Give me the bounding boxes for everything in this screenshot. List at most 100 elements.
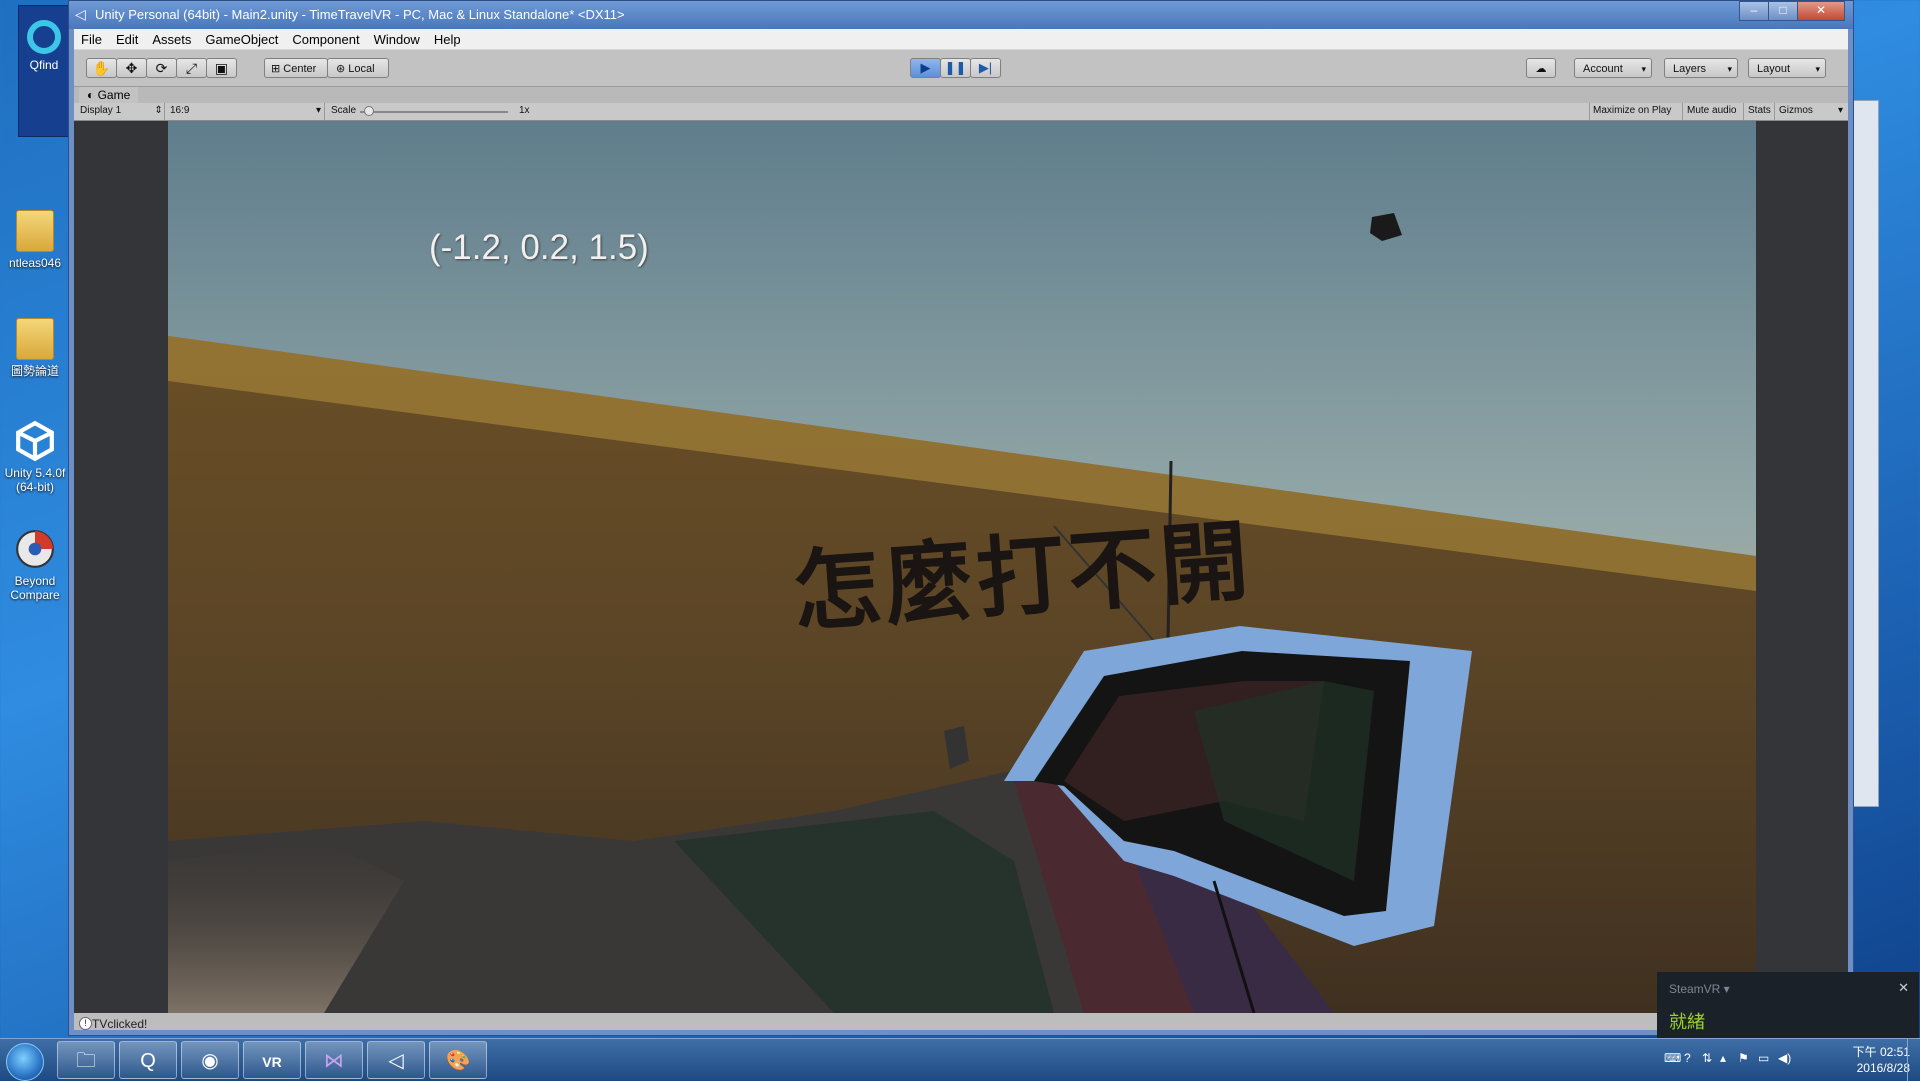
- system-tray: ⌨ ? ⇅ ▴ ⚑ ▭ ◀) 下午 02:51 2016/8/28: [1660, 1039, 1920, 1081]
- separator: [164, 103, 165, 120]
- desktop-icon-ntleas[interactable]: ntleas046: [2, 210, 68, 270]
- pivot-center-toggle[interactable]: ⊞ Center: [264, 58, 328, 78]
- mute-audio-toggle[interactable]: Mute audio: [1687, 105, 1736, 116]
- tab-game[interactable]: ◐ Game: [79, 87, 139, 103]
- cloud-button[interactable]: ☁: [1526, 58, 1556, 78]
- scale-label: Scale: [331, 105, 357, 116]
- unity-editor-window: ◁ Unity Personal (64bit) - Main2.unity -…: [68, 0, 1854, 1036]
- pivot-icon: ⊞: [271, 63, 284, 75]
- aspect-dropdown-arrow[interactable]: ▾: [316, 105, 321, 116]
- display-dropdown[interactable]: Display 1 ⇕: [80, 105, 163, 116]
- aspect-label: 16:9: [170, 105, 190, 116]
- desktop-icon-unity[interactable]: Unity 5.4.0f (64-bit): [2, 420, 68, 494]
- rotate-tool-icon: ⟳: [155, 60, 168, 76]
- keyboard-icon[interactable]: ⌨: [1664, 1051, 1681, 1065]
- qfind-icon: Q: [140, 1050, 156, 1072]
- game-view-toolbar: Display 1 ⇕ 16:9 ▾ Scale 1x Maximize on …: [74, 103, 1848, 121]
- desktop-icon-qfind[interactable]: Qfind: [18, 5, 70, 137]
- cloud-icon: ☁: [1535, 63, 1547, 75]
- qfind-icon: [27, 20, 61, 54]
- clock-time: 下午 02:51: [1852, 1045, 1910, 1059]
- separator: [1682, 103, 1683, 120]
- show-hidden-icon[interactable]: ▴: [1720, 1051, 1726, 1065]
- rect-tool-button[interactable]: ▣: [206, 58, 237, 78]
- pause-button[interactable]: ❚❚: [940, 58, 971, 78]
- taskbar-paint[interactable]: 🎨: [429, 1041, 487, 1079]
- gizmos-dropdown[interactable]: Gizmos: [1779, 105, 1813, 116]
- taskbar-explorer[interactable]: 🗀: [57, 1041, 115, 1079]
- menu-assets[interactable]: Assets: [145, 29, 198, 49]
- desktop-icon-label: ntleas046: [8, 256, 62, 270]
- beyond-compare-icon: [16, 530, 54, 568]
- steamvr-close-button[interactable]: ✕: [1898, 980, 1909, 996]
- taskbar-vr[interactable]: VR: [243, 1041, 301, 1079]
- status-bar[interactable]: ! TVclicked!: [74, 1013, 1848, 1031]
- space-local-toggle[interactable]: ⊛ Local: [327, 58, 389, 78]
- desktop-icon-beyond-compare[interactable]: Beyond Compare: [2, 528, 68, 602]
- minimize-button[interactable]: –: [1739, 1, 1769, 21]
- scale-slider-handle[interactable]: [364, 106, 374, 116]
- desktop-icon-label: 圖勢論道: [10, 364, 59, 378]
- steamvr-title[interactable]: SteamVR ▾: [1669, 982, 1730, 996]
- desktop-icon-label: Qfind: [29, 58, 59, 72]
- move-tool-button[interactable]: ✥: [116, 58, 147, 78]
- rotate-tool-button[interactable]: ⟳: [146, 58, 177, 78]
- layout-dropdown[interactable]: Layout: [1748, 58, 1826, 79]
- taskbar-visual-studio[interactable]: ⋈: [305, 1041, 363, 1079]
- step-button[interactable]: ▶|: [970, 58, 1001, 78]
- menu-file[interactable]: File: [74, 29, 109, 49]
- window-titlebar[interactable]: ◁ Unity Personal (64bit) - Main2.unity -…: [69, 1, 1853, 29]
- stats-toggle[interactable]: Stats: [1748, 105, 1771, 116]
- maximize-on-play-toggle[interactable]: Maximize on Play: [1593, 105, 1671, 116]
- help-icon[interactable]: ?: [1684, 1051, 1691, 1065]
- hand-tool-icon: ✋: [92, 60, 111, 76]
- menu-window[interactable]: Window: [367, 29, 427, 49]
- clock[interactable]: 下午 02:51 2016/8/28: [1853, 1044, 1910, 1076]
- volume-icon[interactable]: ◀): [1778, 1051, 1791, 1065]
- game-view[interactable]: (-1.2, 0.2, 1.5) 怎麼打不開: [74, 121, 1848, 1013]
- scale-tool-button[interactable]: ⤢: [176, 58, 207, 78]
- usb-icon[interactable]: ⇅: [1702, 1051, 1712, 1065]
- visual-studio-icon: ⋈: [324, 1050, 344, 1072]
- network-icon[interactable]: ▭: [1758, 1051, 1769, 1065]
- chrome-icon: ◉: [201, 1050, 219, 1072]
- scale-slider-track[interactable]: [360, 111, 508, 113]
- account-dropdown[interactable]: Account: [1574, 58, 1652, 79]
- taskbar-chrome[interactable]: ◉: [181, 1041, 239, 1079]
- folder-icon: [16, 318, 54, 360]
- scale-value: 1x: [519, 105, 530, 116]
- scale-tool-icon: ⤢: [185, 60, 198, 76]
- taskbar-unity[interactable]: ◁: [367, 1041, 425, 1079]
- menu-gameobject[interactable]: GameObject: [198, 29, 285, 49]
- start-button[interactable]: [6, 1043, 44, 1081]
- hand-tool-button[interactable]: ✋: [86, 58, 117, 78]
- gizmos-dropdown-arrow[interactable]: ▾: [1838, 105, 1843, 116]
- play-button[interactable]: ▶: [910, 58, 941, 78]
- menu-bar: File Edit Assets GameObject Component Wi…: [74, 29, 1848, 50]
- pivot-label: Center: [283, 63, 317, 75]
- rect-tool-icon: ▣: [214, 60, 229, 76]
- show-desktop-button[interactable]: [1907, 1039, 1920, 1081]
- step-icon: ▶|: [978, 60, 993, 75]
- steamvr-status: 就緒: [1669, 1012, 1705, 1032]
- menu-help[interactable]: Help: [427, 29, 468, 49]
- taskbar-qfind[interactable]: Q: [119, 1041, 177, 1079]
- status-message: TVclicked!: [92, 1017, 148, 1031]
- close-button[interactable]: ✕: [1797, 1, 1845, 21]
- vr-icon: VR: [262, 1054, 282, 1070]
- paint-icon: 🎨: [445, 1050, 471, 1072]
- game-tab-bar: ◐ Game: [74, 87, 1848, 103]
- maximize-button[interactable]: □: [1768, 1, 1798, 21]
- desktop-icon-folder[interactable]: 圖勢論道: [2, 318, 68, 378]
- separator: [1589, 103, 1590, 120]
- folder-icon: [16, 210, 54, 252]
- menu-edit[interactable]: Edit: [109, 29, 145, 49]
- unity-icon: ◁: [388, 1050, 404, 1072]
- separator: [1774, 103, 1775, 120]
- aspect-dropdown[interactable]: 16:9: [170, 105, 189, 116]
- flag-icon[interactable]: ⚑: [1738, 1051, 1749, 1065]
- steamvr-popup: SteamVR ▾ ✕ 就緒: [1657, 972, 1919, 1038]
- layers-dropdown[interactable]: Layers: [1664, 58, 1738, 79]
- menu-component[interactable]: Component: [285, 29, 366, 49]
- editor-toolbar: ✋ ✥ ⟳ ⤢ ▣ ⊞ Center ⊛ Local ▶ ❚❚ ▶| ☁ Acc…: [74, 50, 1848, 87]
